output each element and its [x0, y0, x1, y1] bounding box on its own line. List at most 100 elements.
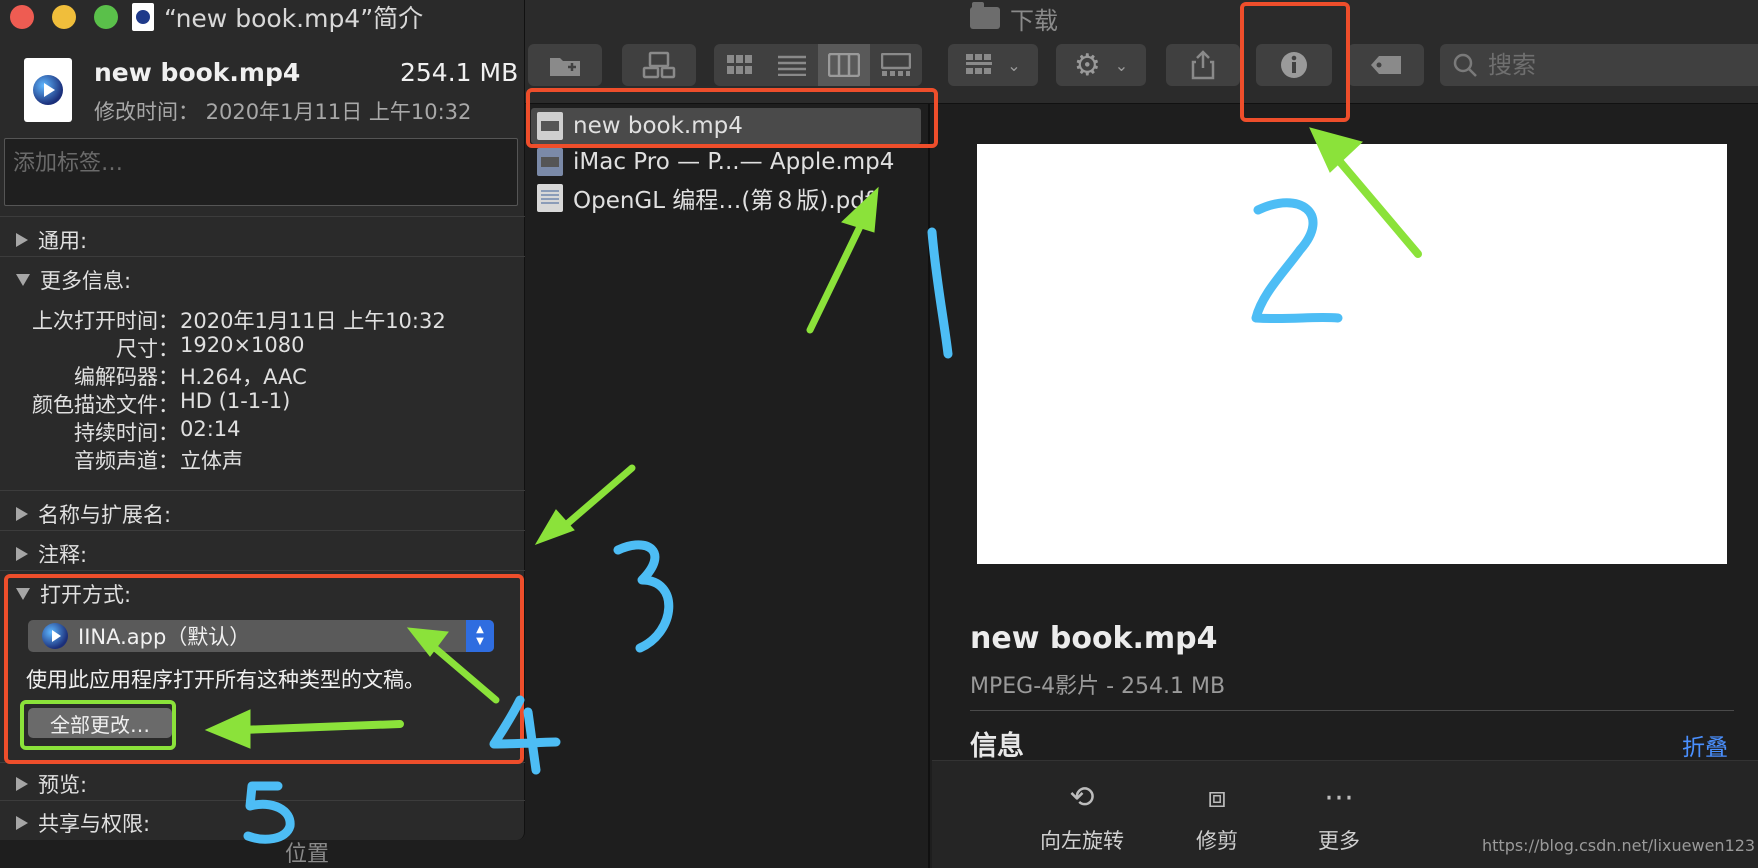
get-info-button[interactable]: [1256, 44, 1332, 86]
action-menu-button[interactable]: ⚙ ⌄: [1056, 44, 1146, 86]
sidebar-location-label: 位置: [285, 842, 330, 867]
tag-icon: [1371, 56, 1401, 74]
list-view-button[interactable]: [766, 44, 818, 86]
disclosure-triangle-icon: [16, 547, 28, 561]
rotate-left-icon: ⟲: [1069, 780, 1095, 815]
info-row-value: 02:14: [180, 417, 241, 441]
search-box[interactable]: [1440, 44, 1758, 86]
section-comments-label: 注释:: [38, 543, 88, 567]
gallery-icon: [881, 53, 911, 76]
section-name-extension[interactable]: 名称与扩展名:: [0, 490, 525, 530]
more-button[interactable]: ⋯ 更多: [1284, 781, 1394, 855]
zoom-window-button[interactable]: [94, 5, 118, 29]
collapse-link[interactable]: 折叠: [1682, 728, 1728, 762]
info-row-label: 上次打开时间：: [32, 309, 179, 333]
info-row-value: 2020年1月11日 上午10:32: [180, 309, 446, 333]
downloads-folder-icon: [970, 2, 1000, 29]
change-all-button[interactable]: 全部更改…: [28, 708, 172, 738]
open-with-app-select[interactable]: IINA.app（默认） ▲ ▼: [28, 620, 494, 652]
open-with-hint: 使用此应用程序打开所有这种类型的文稿。: [26, 668, 425, 692]
section-comments[interactable]: 注释:: [0, 530, 525, 570]
icon-view-button[interactable]: [714, 44, 766, 86]
info-row-label: 颜色描述文件：: [32, 393, 179, 417]
preview-thumbnail: [977, 144, 1727, 564]
finder-title-label: 下载: [1010, 6, 1058, 35]
disclosure-triangle-icon: [16, 274, 30, 286]
connect-button[interactable]: [622, 44, 696, 86]
get-info-window: “new book.mp4”简介 new book.mp4 254.1 MB 修…: [0, 0, 525, 840]
info-modified-date: 修改时间： 2020年1月11日 上午10:32: [94, 100, 472, 124]
tag-input[interactable]: [13, 145, 509, 199]
info-row-label: 音频声道：: [74, 449, 179, 473]
info-row-dimensions: 尺寸： 1920×1080: [0, 333, 525, 361]
info-row-value: 立体声: [180, 449, 243, 473]
group-by-button[interactable]: ⌄: [948, 44, 1038, 86]
file-row-new-book[interactable]: new book.mp4: [531, 108, 921, 144]
info-file-size: 254.1 MB: [400, 58, 519, 87]
preview-file-kind: MPEG-4影片 - 254.1 MB: [970, 674, 1226, 699]
info-file-name: new book.mp4: [94, 58, 301, 87]
video-file-icon: [537, 112, 563, 140]
file-name: new book.mp4: [573, 113, 743, 139]
network-icon: [642, 51, 676, 79]
file-name: OpenGL 编程…(第８版).pdf: [573, 188, 873, 214]
view-mode-group: [714, 44, 922, 86]
file-row-imac-pro[interactable]: iMac Pro — P...— Apple.mp4: [531, 144, 921, 180]
section-general-label: 通用:: [38, 229, 88, 253]
info-window-title: “new book.mp4”简介: [132, 0, 423, 34]
rotate-left-button[interactable]: ⟲ 向左旋转: [1027, 781, 1137, 855]
preview-file-name: new book.mp4: [970, 621, 1218, 656]
tags-button[interactable]: [1348, 44, 1424, 86]
watermark-text: https://blog.csdn.net/lixuewen123: [1482, 836, 1756, 855]
more-label: 更多: [1318, 829, 1360, 853]
info-row-last-opened: 上次打开时间： 2020年1月11日 上午10:32: [0, 305, 525, 333]
preview-divider: [970, 710, 1734, 711]
share-button[interactable]: [1166, 44, 1240, 86]
file-list-column: new book.mp4 iMac Pro — P...— Apple.mp4 …: [525, 104, 930, 868]
columns-icon: [828, 53, 860, 77]
trim-button[interactable]: ⧈ 修剪: [1162, 781, 1272, 855]
preview-pane: new book.mp4 MPEG-4影片 - 254.1 MB 信息 折叠 ⟲…: [932, 104, 1758, 868]
list-icon: [778, 55, 806, 76]
info-row-value: 1920×1080: [180, 333, 305, 357]
info-row-label: 编解码器：: [74, 365, 179, 389]
info-row-duration: 持续时间： 02:14: [0, 417, 525, 445]
disclosure-triangle-icon: [16, 507, 28, 521]
tag-field[interactable]: [4, 138, 518, 206]
select-stepper-icon: ▲ ▼: [466, 620, 494, 652]
section-preview-label: 预览:: [38, 773, 88, 797]
rotate-left-label: 向左旋转: [1040, 829, 1124, 853]
back-forward-button[interactable]: [528, 44, 602, 86]
search-icon: [1453, 53, 1477, 77]
info-row-codecs: 编解码器： H.264，AAC: [0, 361, 525, 389]
section-sharing-permissions-label: 共享与权限:: [38, 812, 151, 836]
gallery-view-button[interactable]: [870, 44, 922, 86]
gear-icon: ⚙: [1073, 47, 1101, 83]
section-open-with-toggle[interactable]: 打开方式:: [16, 579, 131, 609]
new-folder-icon: [550, 58, 580, 76]
open-with-app-label: IINA.app（默认）: [78, 625, 251, 649]
section-more-info: 更多信息: 上次打开时间： 2020年1月11日 上午10:32 尺寸： 192…: [0, 256, 525, 488]
info-row-color-profile: 颜色描述文件： HD (1-1-1): [0, 389, 525, 417]
section-general[interactable]: 通用:: [0, 216, 525, 256]
disclosure-triangle-icon: [16, 816, 28, 830]
chevron-down-icon: ⌄: [1007, 55, 1021, 75]
file-name: iMac Pro — P...— Apple.mp4: [573, 149, 895, 175]
close-window-button[interactable]: [10, 5, 34, 29]
document-icon: [132, 3, 154, 31]
grid-icon: [727, 55, 752, 74]
minimize-window-button[interactable]: [52, 5, 76, 29]
disclosure-triangle-icon: [16, 588, 30, 600]
search-input[interactable]: [1488, 51, 1688, 79]
section-preview[interactable]: 预览:: [0, 762, 525, 800]
iina-play-icon: [33, 75, 63, 105]
chevron-down-icon: ⌄: [1114, 55, 1129, 75]
trim-label: 修剪: [1196, 829, 1238, 853]
disclosure-triangle-icon: [16, 233, 28, 247]
info-row-label: 持续时间：: [74, 421, 179, 445]
section-more-info-toggle[interactable]: 更多信息:: [16, 265, 131, 295]
section-sharing-permissions[interactable]: 共享与权限:: [0, 800, 525, 840]
file-row-opengl-pdf[interactable]: OpenGL 编程…(第８版).pdf: [531, 180, 921, 216]
column-view-button[interactable]: [818, 44, 870, 86]
video-file-icon: [537, 148, 563, 176]
